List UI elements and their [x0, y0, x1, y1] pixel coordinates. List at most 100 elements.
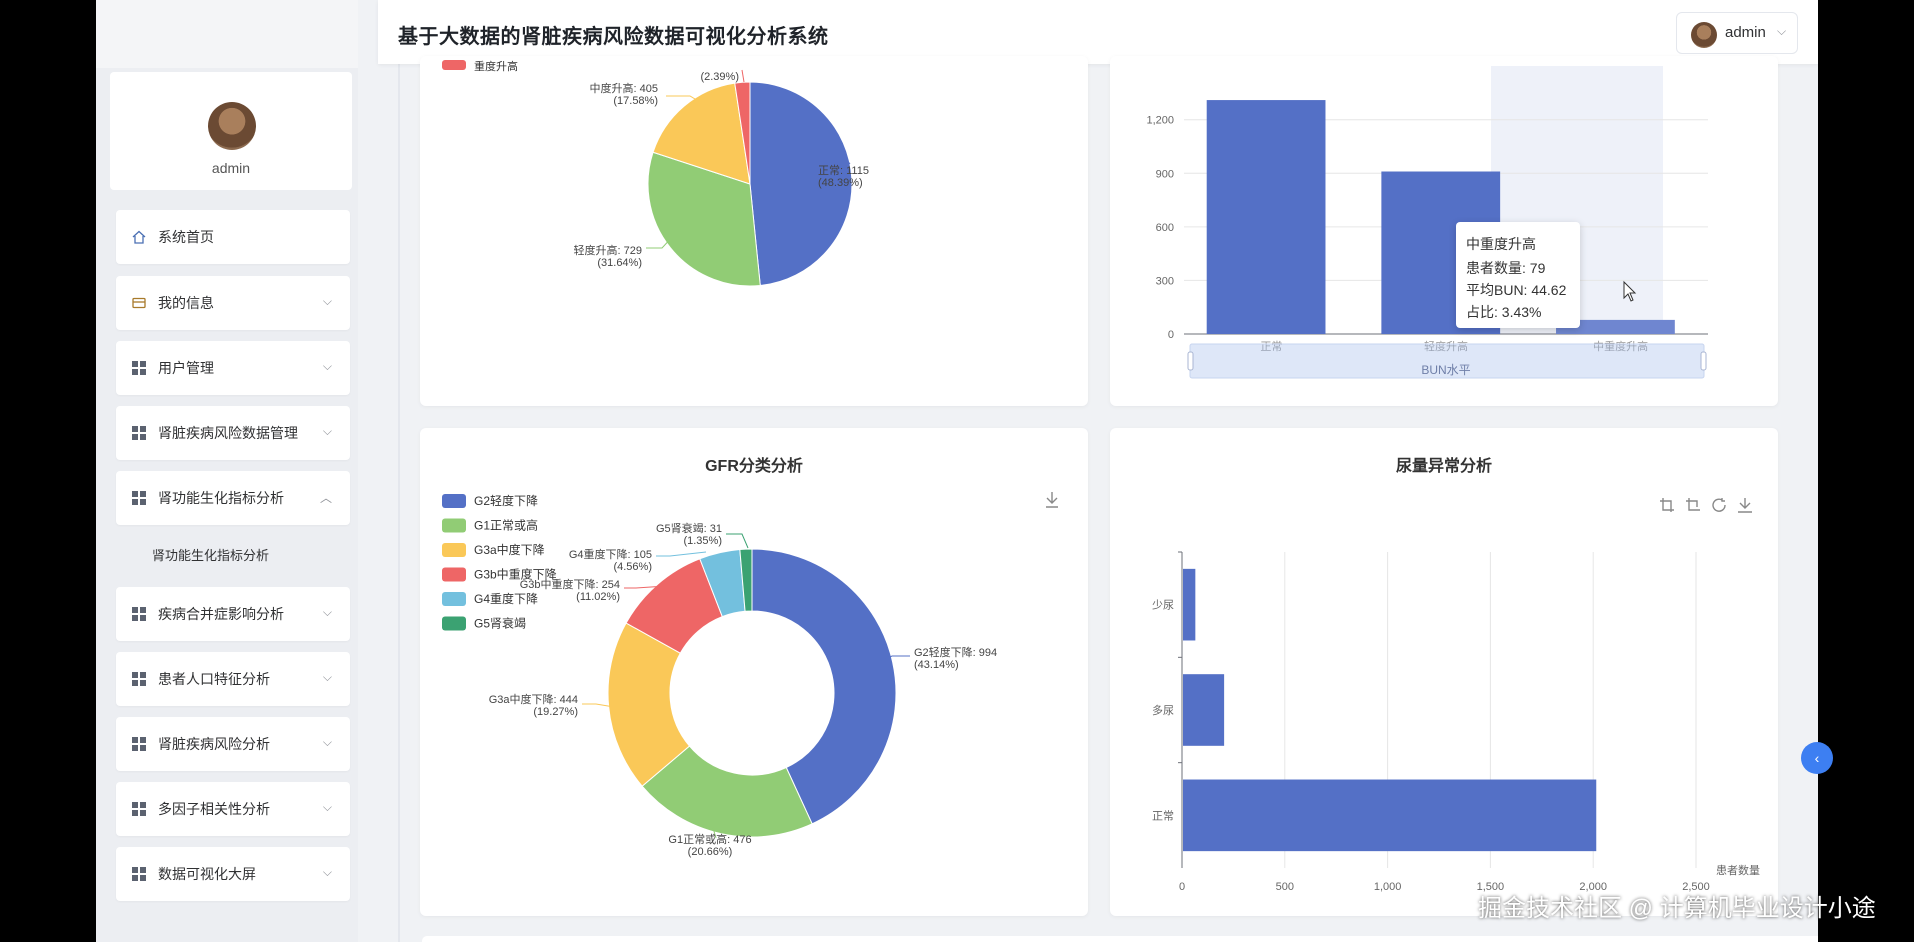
legend-label: G3a中度下降 [474, 542, 545, 557]
legend-label: G1正常或高 [474, 518, 538, 533]
urine-chart-title: 尿量异常分析 [1395, 458, 1492, 475]
legend-swatch [442, 616, 466, 631]
grid-icon [132, 867, 146, 881]
sidebar-item-6[interactable]: 患者人口特征分析 ⌵ [116, 652, 350, 706]
pie-label: 轻度升高: 729 [574, 243, 642, 257]
donut-label-line [656, 551, 707, 557]
sidebar-item-9[interactable]: 数据可视化大屏 ⌵ [116, 847, 350, 901]
x-axis-label: 患者数量 [1716, 864, 1760, 877]
bun-pie-chart: 正常: 1115(48.39%) 轻度升高: 729(31.64%) 中度升高: 4… [442, 59, 869, 287]
chevron-down-icon: ⌵ [322, 424, 332, 438]
donut-pct-label: (43.14%) [914, 659, 959, 671]
donut-label-line [726, 533, 749, 549]
tooltip-title: 中重度升高 [1466, 236, 1536, 252]
grid-icon [132, 426, 146, 440]
y-tick-label: 0 [1168, 329, 1174, 341]
legend-label: 重度升高 [474, 59, 518, 73]
pie-pct-label: (2.39%) [700, 71, 739, 83]
sidebar-item-label: 肾脏疾病风险数据管理 [158, 425, 298, 441]
sidebar-item-0[interactable]: 系统首页 [116, 210, 350, 264]
grid-icon [132, 672, 146, 686]
submenu-item[interactable]: 肾功能生化指标分析 [116, 532, 350, 576]
chevron-down-icon: ⌵ [322, 735, 332, 749]
sidebar-item-label: 患者人口特征分析 [158, 671, 270, 687]
zoom-handle-left [1187, 351, 1194, 371]
donut-pct-label: (11.02%) [576, 591, 620, 603]
donut-pct-label: (1.35%) [683, 535, 722, 547]
download-icon[interactable] [1738, 498, 1752, 513]
legend-swatch [442, 60, 466, 70]
sidebar-item-label: 系统首页 [158, 229, 214, 245]
gfr-donut-chart: G2轻度下降G1正常或高G3a中度下降G3b中重度下降G4重度下降G5肾衰竭G2… [442, 492, 1058, 858]
chevron-up-icon: ︿ [319, 491, 332, 505]
profile-card: admin [110, 72, 352, 190]
y-tick-label: 多尿 [1152, 703, 1174, 717]
donut-pct-label: (20.66%) [688, 846, 733, 858]
y-tick-label: 300 [1156, 275, 1174, 287]
legend-label: G5肾衰竭 [474, 616, 526, 631]
pie-label-line [741, 69, 745, 83]
top-header: 基于大数据的肾脏疾病风险数据可视化分析系统 admin ⌵ [378, 0, 1818, 64]
zoom-icon[interactable] [1660, 498, 1674, 512]
sidebar-toggle-button[interactable]: ‹ [1801, 742, 1833, 774]
y-tick-label: 600 [1156, 222, 1174, 234]
donut-label: G4重度下降: 105 [569, 547, 652, 561]
legend-label: G4重度下降 [474, 591, 538, 606]
zoom-reset-icon[interactable] [1686, 498, 1700, 511]
user-dropdown[interactable]: admin ⌵ [1676, 12, 1798, 54]
id-card-icon [132, 296, 146, 310]
grid-icon [132, 802, 146, 816]
pie-label: 正常: 1115 [818, 164, 869, 177]
donut-pct-label: (19.27%) [533, 706, 578, 718]
sidebar-item-3[interactable]: 肾脏疾病风险数据管理 ⌵ [116, 406, 350, 460]
urine-bar-card: 尿量异常分析 0 500 1,000 1,500 2,000 2,500 少尿 多尿 正常 患者数… [1110, 428, 1778, 916]
sidebar: admin 系统首页 我的信息 ⌵ 用户管理 ⌵ 肾脏疾病风险数据管理 ⌵ 肾功能生化指标分析… [96, 0, 358, 942]
pie-label: 中度升高: 405 [590, 81, 658, 95]
sidebar-item-7[interactable]: 肾脏疾病风险分析 ⌵ [116, 717, 350, 771]
zoom-handle-right [1700, 351, 1707, 371]
legend-swatch [442, 543, 466, 557]
tooltip-ratio: 占比: 3.43% [1466, 304, 1542, 320]
grid-icon [132, 607, 146, 621]
legend-label: G2轻度下降 [474, 493, 538, 508]
sidebar-item-1[interactable]: 我的信息 ⌵ [116, 276, 350, 330]
watermark: 掘金技术社区 @ 计算机毕业设计小途 [1478, 895, 1876, 922]
sidebar-item-label: 用户管理 [158, 360, 214, 376]
download-icon [1046, 492, 1058, 508]
donut-label: G3a中度下降: 444 [489, 692, 578, 706]
profile-name: admin [211, 160, 251, 176]
donut-label: G5肾衰竭: 31 [656, 521, 722, 535]
gfr-chart-title: GFR分类分析 [705, 458, 803, 475]
pie-pct-label: (17.58%) [613, 95, 658, 107]
x-tick-label: 1,000 [1374, 881, 1402, 893]
home-icon [132, 230, 146, 244]
chevron-down-icon: ⌵ [322, 865, 332, 879]
y-tick-label: 900 [1156, 168, 1174, 180]
sidebar-item-label: 多因子相关性分析 [158, 801, 270, 817]
refresh-icon[interactable] [1712, 498, 1726, 512]
legend-swatch [442, 494, 466, 508]
y-tick-label: 正常 [1152, 809, 1174, 822]
sidebar-item-5[interactable]: 疾病合并症影响分析 ⌵ [116, 587, 350, 641]
sidebar-item-label: 数据可视化大屏 [158, 866, 256, 882]
chevron-down-icon: ⌵ [322, 800, 332, 814]
chart-tooltip: 中重度升高 患者数量: 79 平均BUN: 44.62 占比: 3.43% [1456, 222, 1580, 328]
grid-icon [132, 737, 146, 751]
y-tick-label: 少尿 [1152, 599, 1174, 612]
sidebar-item-8[interactable]: 多因子相关性分析 ⌵ [116, 782, 350, 836]
donut-label: G1正常或高: 476 [668, 832, 751, 846]
user-name: admin [1725, 24, 1766, 41]
grid-icon [132, 491, 146, 505]
x-axis-label: BUN水平 [1421, 363, 1470, 377]
chevron-down-icon: ⌵ [322, 605, 332, 619]
sidebar-item-2[interactable]: 用户管理 ⌵ [116, 341, 350, 395]
tooltip-avg: 平均BUN: 44.62 [1466, 282, 1567, 298]
gfr-pie-card: GFR分类分析 G2轻度下降 G1正常或高 G3a中度下降 G3b中重度下降 G4重度下… [420, 428, 1088, 916]
bun-bar-chart: 03006009001,200正常轻度升高中重度升高BUN水平 [1146, 66, 1708, 379]
sidebar-item-label: 疾病合并症影响分析 [158, 606, 284, 622]
sidebar-item-4[interactable]: 肾功能生化指标分析 ︿ [116, 471, 350, 525]
avatar[interactable] [208, 102, 256, 150]
legend-swatch [442, 592, 466, 606]
bun-pie-card: 正常: 1115 (48.39%) 轻度升高: 729 (31.64%) 中度升高: 4… [420, 56, 1088, 406]
urine-bar-chart: 0 500 1,000 1,500 2,000 2,500少尿多尿正常患者数量 [1152, 498, 1760, 893]
